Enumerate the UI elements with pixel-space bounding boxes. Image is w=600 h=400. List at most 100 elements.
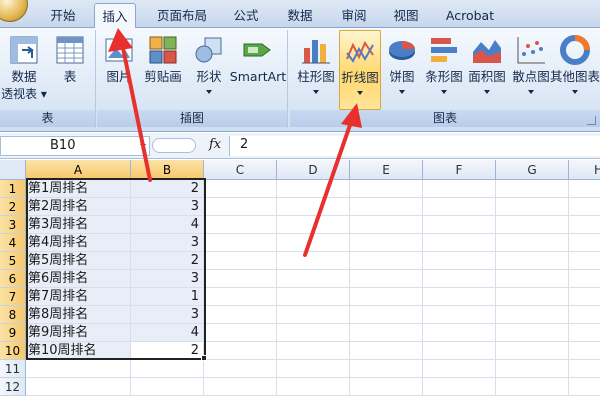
shapes-button[interactable]: 形状	[189, 30, 229, 108]
cell-f3[interactable]	[423, 216, 496, 234]
cell-b7[interactable]: 1	[131, 288, 204, 306]
cell-g1[interactable]	[496, 180, 569, 198]
cell-g8[interactable]	[496, 306, 569, 324]
cell-f12[interactable]	[423, 378, 496, 396]
select-all-corner[interactable]	[0, 160, 26, 180]
cell-d10[interactable]	[277, 342, 350, 360]
cell-g9[interactable]	[496, 324, 569, 342]
column-header-b[interactable]: B	[131, 160, 204, 180]
cell-h8[interactable]	[569, 306, 600, 324]
name-box[interactable]: B10	[0, 136, 150, 156]
cell-g12[interactable]	[496, 378, 569, 396]
cell-g2[interactable]	[496, 198, 569, 216]
row-header-9[interactable]: 9	[0, 324, 26, 342]
cell-c2[interactable]	[204, 198, 277, 216]
column-header-f[interactable]: F	[423, 160, 496, 180]
cell-d2[interactable]	[277, 198, 350, 216]
cell-b8[interactable]: 3	[131, 306, 204, 324]
cell-e10[interactable]	[350, 342, 423, 360]
cell-d8[interactable]	[277, 306, 350, 324]
cell-d9[interactable]	[277, 324, 350, 342]
cell-a9[interactable]: 第9周排名	[26, 324, 131, 342]
cell-g10[interactable]	[496, 342, 569, 360]
cell-a6[interactable]: 第6周排名	[26, 270, 131, 288]
cell-e11[interactable]	[350, 360, 423, 378]
area-chart-button[interactable]: 面积图	[466, 30, 508, 108]
cell-g5[interactable]	[496, 252, 569, 270]
cell-f5[interactable]	[423, 252, 496, 270]
cell-h9[interactable]	[569, 324, 600, 342]
row-header-6[interactable]: 6	[0, 270, 26, 288]
row-header-2[interactable]: 2	[0, 198, 26, 216]
cell-e6[interactable]	[350, 270, 423, 288]
cell-f2[interactable]	[423, 198, 496, 216]
cell-h12[interactable]	[569, 378, 600, 396]
cell-a12[interactable]	[26, 378, 131, 396]
fill-handle[interactable]	[201, 355, 207, 361]
cell-h6[interactable]	[569, 270, 600, 288]
cell-h4[interactable]	[569, 234, 600, 252]
cell-b12[interactable]	[131, 378, 204, 396]
cell-d6[interactable]	[277, 270, 350, 288]
cell-f1[interactable]	[423, 180, 496, 198]
cell-c12[interactable]	[204, 378, 277, 396]
cell-a8[interactable]: 第8周排名	[26, 306, 131, 324]
cell-h11[interactable]	[569, 360, 600, 378]
row-header-1[interactable]: 1	[0, 180, 26, 198]
cell-b4[interactable]: 3	[131, 234, 204, 252]
cell-f8[interactable]	[423, 306, 496, 324]
tab-insert[interactable]: 插入	[94, 3, 136, 29]
cell-h1[interactable]	[569, 180, 600, 198]
cell-d12[interactable]	[277, 378, 350, 396]
cell-g11[interactable]	[496, 360, 569, 378]
cell-e2[interactable]	[350, 198, 423, 216]
cell-h7[interactable]	[569, 288, 600, 306]
cell-d1[interactable]	[277, 180, 350, 198]
column-chart-button[interactable]: 柱形图	[294, 30, 338, 108]
column-header-d[interactable]: D	[277, 160, 350, 180]
bar-chart-button[interactable]: 条形图	[422, 30, 466, 108]
tab-data[interactable]: 数据	[280, 3, 320, 28]
row-header-11[interactable]: 11	[0, 360, 26, 378]
column-header-g[interactable]: G	[496, 160, 569, 180]
table-button[interactable]: 表	[50, 30, 90, 108]
cell-a7[interactable]: 第7周排名	[26, 288, 131, 306]
column-header-e[interactable]: E	[350, 160, 423, 180]
cell-a1[interactable]: 第1周排名	[26, 180, 131, 198]
cell-c8[interactable]	[204, 306, 277, 324]
cell-c3[interactable]	[204, 216, 277, 234]
cell-d7[interactable]	[277, 288, 350, 306]
cell-b11[interactable]	[131, 360, 204, 378]
row-header-5[interactable]: 5	[0, 252, 26, 270]
tab-home[interactable]: 开始	[44, 3, 82, 28]
cell-b5[interactable]: 2	[131, 252, 204, 270]
other-charts-button[interactable]: 其他图表	[550, 30, 600, 108]
insert-function-icon[interactable]: fx	[209, 137, 221, 152]
formula-input[interactable]: 2	[229, 136, 600, 156]
cell-e9[interactable]	[350, 324, 423, 342]
column-header-a[interactable]: A	[26, 160, 131, 180]
cell-b10[interactable]: 2	[131, 342, 204, 360]
cell-c1[interactable]	[204, 180, 277, 198]
clipart-button[interactable]: 剪贴画	[141, 30, 185, 108]
cell-h10[interactable]	[569, 342, 600, 360]
cell-d11[interactable]	[277, 360, 350, 378]
cell-b6[interactable]: 3	[131, 270, 204, 288]
cell-g6[interactable]	[496, 270, 569, 288]
scatter-chart-button[interactable]: 散点图	[510, 30, 552, 108]
row-header-8[interactable]: 8	[0, 306, 26, 324]
cell-e5[interactable]	[350, 252, 423, 270]
office-button[interactable]	[0, 0, 28, 22]
cell-c10[interactable]	[204, 342, 277, 360]
cell-e7[interactable]	[350, 288, 423, 306]
cell-a3[interactable]: 第3周排名	[26, 216, 131, 234]
cell-e8[interactable]	[350, 306, 423, 324]
row-header-3[interactable]: 3	[0, 216, 26, 234]
cell-b3[interactable]: 4	[131, 216, 204, 234]
cell-g4[interactable]	[496, 234, 569, 252]
tab-acrobat[interactable]: Acrobat	[440, 3, 500, 28]
cell-b2[interactable]: 3	[131, 198, 204, 216]
cell-e4[interactable]	[350, 234, 423, 252]
cell-a4[interactable]: 第4周排名	[26, 234, 131, 252]
cell-d5[interactable]	[277, 252, 350, 270]
